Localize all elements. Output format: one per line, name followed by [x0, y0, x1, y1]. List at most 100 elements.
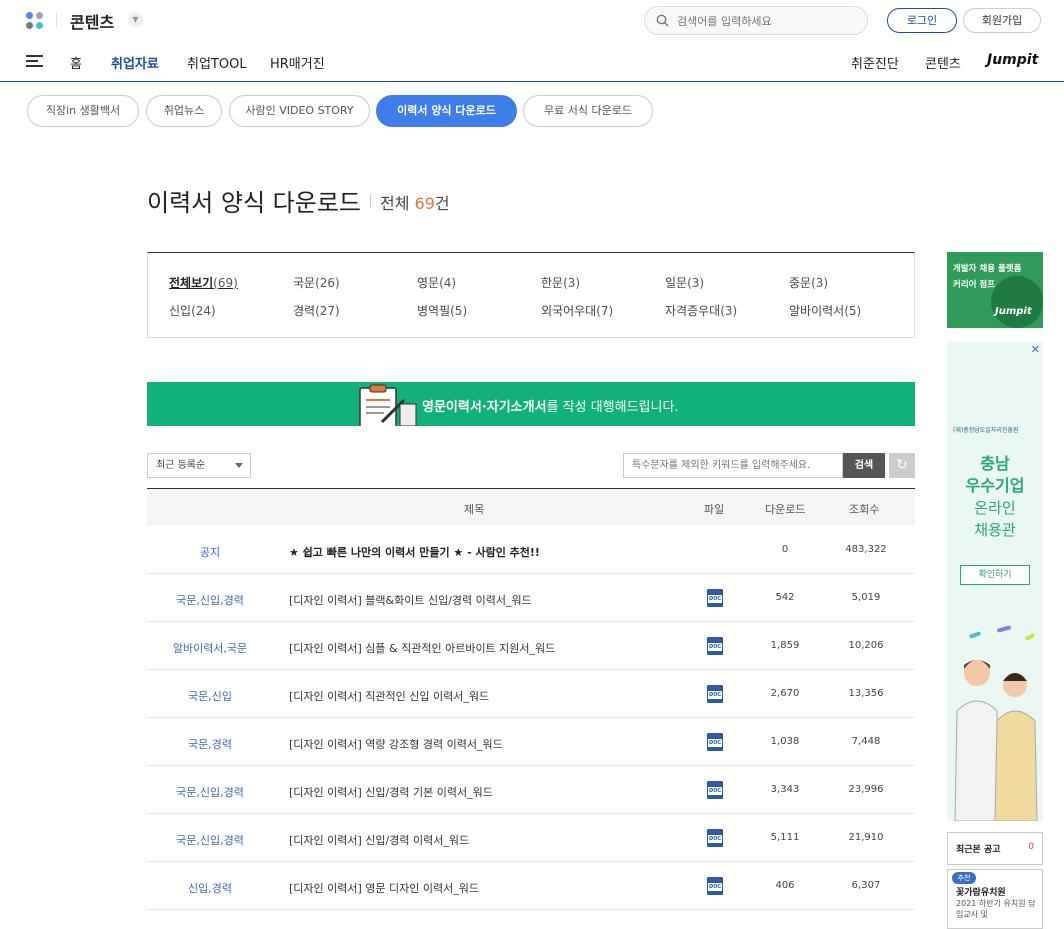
doc-file-icon[interactable]: DOC [707, 637, 723, 655]
filter-language[interactable]: 외국어우대(7) [541, 302, 613, 319]
row-title[interactable]: [디자인 이력서] 신입/경력 기본 이력서_워드 [289, 784, 493, 800]
doc-file-icon[interactable]: DOC [707, 877, 723, 895]
col-file: 파일 [704, 503, 725, 516]
col-downloads: 다운로드 [765, 503, 806, 516]
row-downloads: 542 [775, 592, 795, 603]
table-row[interactable]: 국문,신입,경력 [디자인 이력서] 신입/경력 기본 이력서_워드 DOC 3,34… [147, 766, 915, 814]
refresh-icon[interactable]: ↻ [889, 453, 915, 478]
row-title[interactable]: [디자인 이력서] 역량 강조형 경력 이력서_워드 [289, 736, 503, 752]
doc-file-icon[interactable]: DOC [707, 781, 723, 799]
chevron-down-icon [235, 463, 243, 468]
filter-experienced[interactable]: 경력(27) [293, 302, 340, 319]
row-title[interactable]: ★ 쉽고 빠른 나만의 이력서 만들기 ★ - 사람인 추천!! [289, 544, 540, 560]
doc-file-icon[interactable]: DOC [707, 685, 723, 703]
ad-subhead: 온라인 채용관 [974, 499, 1016, 539]
promo-banner[interactable]: 영문이력서·자기소개서를 작성 대행해드립니다. [147, 382, 915, 426]
table-row[interactable]: 알바이력서,국문 [디자인 이력서] 심플 & 직관적인 아르바이트 지원서_워드… [147, 622, 915, 670]
sort-select[interactable]: 최근 등록순 [147, 453, 251, 478]
logo-icon[interactable] [26, 12, 44, 30]
join-button[interactable]: 회원가입 [963, 8, 1041, 33]
row-views: 13,356 [848, 688, 884, 699]
doc-file-icon[interactable]: DOC [707, 829, 723, 847]
nav-home[interactable]: 홈 [70, 53, 82, 72]
jumpit-logo[interactable]: Jumpit [987, 52, 1038, 68]
divider [56, 13, 57, 27]
row-category[interactable]: 알바이력서,국문 [147, 640, 273, 656]
row-views: 6,307 [851, 880, 881, 891]
filter-certificate[interactable]: 자격증우대(3) [665, 302, 737, 319]
tab-job-news[interactable]: 취업뉴스 [146, 95, 222, 127]
tab-office-life[interactable]: 직장in 생활백서 [27, 95, 139, 127]
row-category[interactable]: 국문,신입,경력 [147, 784, 273, 800]
doc-file-icon[interactable]: DOC [707, 589, 723, 607]
filter-korean[interactable]: 국문(26) [293, 274, 340, 291]
total-label: 전체 [380, 194, 410, 213]
row-title[interactable]: [디자인 이력서] 직관적인 신입 이력서_워드 [289, 688, 489, 704]
top-bar: 콘텐츠 ▼ 로그인 회원가입 [0, 0, 1064, 40]
table-row[interactable]: 국문,신입,경력 [디자인 이력서] 블랙&화이트 신입/경력 이력서_워드 DOC… [147, 574, 915, 622]
total-number: 69 [414, 194, 435, 213]
page-title: 이력서 양식 다운로드 [147, 189, 361, 217]
table-row[interactable]: 공지 ★ 쉽고 빠른 나만의 이력서 만들기 ★ - 사람인 추천!! 0 483,3… [147, 526, 915, 574]
tab-video-story[interactable]: 사람인 VIDEO STORY [229, 95, 370, 127]
table-row[interactable]: 국문,신입,경력 [디자인 이력서] 신입/경력 이력서_워드 DOC 5,111 21… [147, 814, 915, 862]
row-category[interactable]: 국문,신입 [147, 688, 273, 704]
jumpit-logo: Jumpit [995, 306, 1032, 317]
table-row[interactable]: 국문,신입 [디자인 이력서] 직관적인 신입 이력서_워드 DOC 2,670 13,… [147, 670, 915, 718]
table-row[interactable]: 신입,경력 [디자인 이력서] 영문 디자인 이력서_워드 DOC 406 6,307 [147, 862, 915, 910]
close-icon[interactable]: ✕ [1031, 343, 1040, 356]
row-category[interactable]: 국문,신입,경력 [147, 592, 273, 608]
login-button[interactable]: 로그인 [887, 8, 957, 33]
row-title[interactable]: [디자인 이력서] 영문 디자인 이력서_워드 [289, 880, 479, 896]
recent-jobs[interactable]: 최근본 공고 0 [947, 832, 1043, 865]
recommended-job[interactable]: 추천 꽃가람유치원 2021 하반기 유치원 담임교사 및 [947, 869, 1043, 929]
search-icon [656, 14, 669, 27]
row-category[interactable]: 공지 [147, 544, 273, 560]
brand-title[interactable]: 콘텐츠 [70, 9, 114, 33]
row-views: 7,448 [851, 736, 881, 747]
row-views: 483,322 [845, 544, 887, 555]
jumpit-ad[interactable]: 개발자 채용 플랫폼 커리어 점프 Jumpit [947, 252, 1043, 328]
row-title[interactable]: [디자인 이력서] 심플 & 직관적인 아르바이트 지원서_워드 [289, 640, 555, 656]
row-title[interactable]: [디자인 이력서] 신입/경력 이력서_워드 [289, 832, 469, 848]
chevron-down-icon[interactable]: ▼ [128, 12, 143, 27]
recent-count: 0 [1028, 842, 1034, 852]
menu-icon[interactable] [26, 55, 43, 68]
chungnam-ad[interactable]: ✕ (재)충청남도일자리진흥원 충남 우수기업 온라인 채용관 확인하기 [947, 341, 1043, 821]
divider [370, 194, 371, 207]
search-box[interactable] [644, 6, 868, 35]
tab-resume-download[interactable]: 이력서 양식 다운로드 [376, 95, 517, 127]
keyword-input[interactable] [623, 453, 843, 478]
resume-table: 제목 파일 다운로드 조회수 공지 ★ 쉽고 빠른 나만의 이력서 만들기 ★ -… [147, 488, 915, 910]
nav-diagnosis[interactable]: 취준진단 [851, 53, 899, 72]
row-category[interactable]: 국문,신입,경력 [147, 832, 273, 848]
col-title: 제목 [464, 503, 485, 516]
filter-chinese-char[interactable]: 한문(3) [541, 274, 580, 291]
row-views: 5,019 [851, 592, 881, 603]
nav-job-tool[interactable]: 취업TOOL [187, 53, 247, 72]
filter-all[interactable]: 전체보기(69) [169, 274, 238, 291]
filter-english[interactable]: 영문(4) [417, 274, 456, 291]
tab-free-forms[interactable]: 무료 서식 다운로드 [523, 95, 653, 127]
filter-newcomer[interactable]: 신입(24) [169, 302, 216, 319]
row-category[interactable]: 국문,경력 [147, 736, 273, 752]
nav-contents[interactable]: 콘텐츠 [925, 53, 961, 72]
search-button[interactable]: 검색 [843, 453, 885, 478]
job-description: 2021 하반기 유치원 담임교사 및 [956, 899, 1036, 919]
filter-military[interactable]: 병역필(5) [417, 302, 467, 319]
row-downloads: 5,111 [770, 832, 800, 843]
search-input[interactable] [677, 12, 857, 30]
total-unit: 건 [434, 194, 450, 213]
row-category[interactable]: 신입,경력 [147, 880, 273, 896]
filter-parttime[interactable]: 알바이력서(5) [789, 302, 861, 319]
filter-chinese[interactable]: 중문(3) [789, 274, 828, 291]
ad-cta-button[interactable]: 확인하기 [960, 565, 1030, 585]
doc-file-icon[interactable]: DOC [707, 733, 723, 751]
table-row[interactable]: 국문,경력 [디자인 이력서] 역량 강조형 경력 이력서_워드 DOC 1,038 7… [147, 718, 915, 766]
people-illustration [954, 625, 1038, 821]
row-title[interactable]: [디자인 이력서] 블랙&화이트 신입/경력 이력서_워드 [289, 592, 532, 608]
banner-text: 영문이력서·자기소개서를 작성 대행해드립니다. [422, 400, 679, 415]
nav-hr-magazine[interactable]: HR매거진 [270, 53, 325, 72]
filter-japanese[interactable]: 일문(3) [665, 274, 704, 291]
nav-job-resources[interactable]: 취업자료 [111, 53, 159, 72]
